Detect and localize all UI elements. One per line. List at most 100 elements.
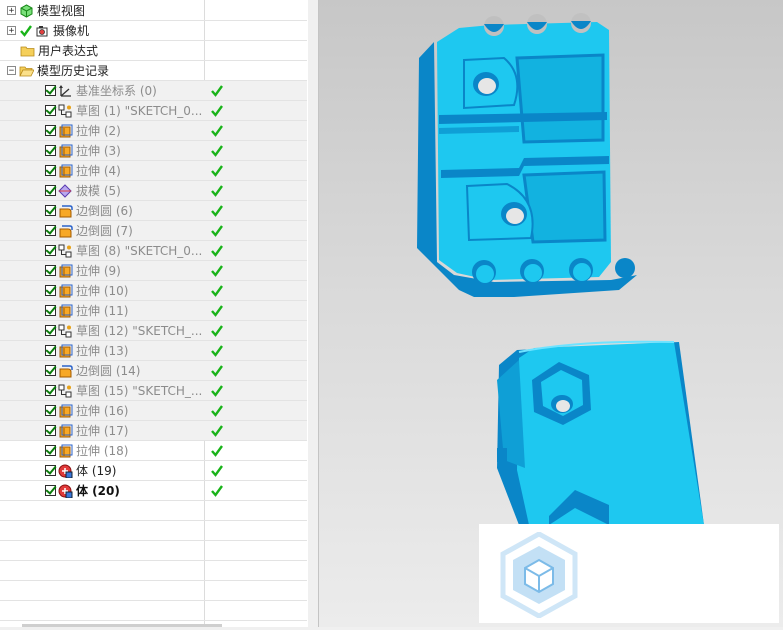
feature-label: 体 (20) (76, 484, 120, 498)
tree-row-feature[interactable]: 拉伸 (4) (0, 161, 307, 181)
up-to-date-checkmark-icon (211, 225, 223, 237)
visibility-checkbox[interactable] (45, 425, 56, 436)
visibility-checkbox[interactable] (45, 125, 56, 136)
tree-row-feature[interactable]: 草图 (15) "SKETCH_... (0, 381, 307, 401)
visibility-checkbox[interactable] (45, 345, 56, 356)
upper-part[interactable] (417, 13, 637, 297)
extrude-icon (59, 404, 73, 417)
tree-row-feature[interactable]: 拉伸 (9) (0, 261, 307, 281)
collapse-icon[interactable]: − (7, 66, 16, 76)
expand-icon[interactable]: + (7, 6, 16, 16)
empty-row (0, 521, 307, 541)
visibility-checkbox[interactable] (45, 305, 56, 316)
up-to-date-checkmark-icon (211, 485, 223, 497)
extrude-icon (59, 124, 73, 137)
extrude-icon (59, 444, 73, 457)
up-to-date-checkmark-icon (211, 105, 223, 117)
visibility-checkbox[interactable] (45, 285, 56, 296)
tree-row-feature[interactable]: 拉伸 (3) (0, 141, 307, 161)
extrude-icon (59, 144, 73, 157)
feature-label: 草图 (12) "SKETCH_... (76, 324, 203, 338)
visibility-checkbox[interactable] (45, 185, 56, 196)
tree-row-feature[interactable]: 基准坐标系 (0) (0, 81, 307, 101)
lower-part[interactable] (497, 340, 704, 525)
visibility-checkbox[interactable] (45, 405, 56, 416)
feature-label: 拉伸 (3) (76, 144, 121, 158)
up-to-date-checkmark-icon (211, 125, 223, 137)
tree-row-feature[interactable]: 拉伸 (11) (0, 301, 307, 321)
visibility-checkbox[interactable] (45, 385, 56, 396)
tree-row-feature[interactable]: 拉伸 (10) (0, 281, 307, 301)
feature-label: 体 (19) (76, 464, 117, 478)
part-navigator: + 模型视图 + 摄像机 用户表达式 − 模型历史记录 基准坐标系 (0) 草图… (0, 0, 309, 627)
feature-label: 拉伸 (2) (76, 124, 121, 138)
edge-blend-icon (59, 224, 73, 237)
pane-splitter[interactable] (308, 0, 319, 627)
feature-label: 草图 (1) "SKETCH_0... (76, 104, 203, 118)
feature-label: 基准坐标系 (0) (76, 84, 157, 98)
extrude-icon (59, 304, 73, 317)
up-to-date-checkmark-icon (211, 185, 223, 197)
tree-row-user-expressions[interactable]: 用户表达式 (0, 41, 307, 61)
feature-label: 拉伸 (10) (76, 284, 129, 298)
up-to-date-checkmark-icon (211, 445, 223, 457)
feature-label: 拉伸 (9) (76, 264, 121, 278)
visibility-checkbox[interactable] (45, 245, 56, 256)
tree-row-model-history[interactable]: − 模型历史记录 (0, 61, 307, 81)
up-to-date-checkmark-icon (211, 425, 223, 437)
expand-icon[interactable]: + (7, 26, 16, 36)
tree-row-feature[interactable]: 体 (20) (0, 481, 307, 501)
visibility-checkbox[interactable] (45, 445, 56, 456)
tree-row-feature[interactable]: 边倒圆 (7) (0, 221, 307, 241)
empty-row (0, 601, 307, 621)
tree-row-feature[interactable]: 草图 (12) "SKETCH_... (0, 321, 307, 341)
tree-row-feature[interactable]: 边倒圆 (6) (0, 201, 307, 221)
visibility-checkbox[interactable] (45, 165, 56, 176)
checkmark-icon (20, 24, 32, 37)
tree-label: 模型历史记录 (37, 64, 110, 78)
watermark-logo-icon (500, 532, 578, 618)
tree-row-cameras[interactable]: + 摄像机 (0, 21, 307, 41)
open-folder-icon (19, 66, 34, 76)
model-views-icon (20, 3, 33, 18)
visibility-checkbox[interactable] (45, 365, 56, 376)
visibility-checkbox[interactable] (45, 485, 56, 496)
visibility-checkbox[interactable] (45, 105, 56, 116)
feature-label: 边倒圆 (6) (76, 204, 133, 218)
visibility-checkbox[interactable] (45, 85, 56, 96)
up-to-date-checkmark-icon (211, 385, 223, 397)
up-to-date-checkmark-icon (211, 145, 223, 157)
tree-row-feature[interactable]: 拉伸 (17) (0, 421, 307, 441)
feature-label: 边倒圆 (7) (76, 224, 133, 238)
tree-row-feature[interactable]: 草图 (1) "SKETCH_0... (0, 101, 307, 121)
visibility-checkbox[interactable] (45, 145, 56, 156)
visibility-checkbox[interactable] (45, 205, 56, 216)
visibility-checkbox[interactable] (45, 325, 56, 336)
visibility-checkbox[interactable] (45, 265, 56, 276)
sketch-icon (58, 324, 72, 337)
visibility-checkbox[interactable] (45, 465, 56, 476)
tree-row-feature[interactable]: 拉伸 (13) (0, 341, 307, 361)
feature-label: 草图 (8) "SKETCH_0... (76, 244, 203, 258)
tree-row-feature[interactable]: 草图 (8) "SKETCH_0... (0, 241, 307, 261)
sketch-icon (58, 244, 72, 257)
tree-row-feature[interactable]: 拉伸 (18) (0, 441, 307, 461)
tree-row-feature[interactable]: 拔模 (5) (0, 181, 307, 201)
extrude-icon (59, 424, 73, 437)
visibility-checkbox[interactable] (45, 225, 56, 236)
empty-row (0, 581, 307, 601)
up-to-date-checkmark-icon (211, 345, 223, 357)
tree-row-feature[interactable]: 拉伸 (16) (0, 401, 307, 421)
up-to-date-checkmark-icon (211, 285, 223, 297)
tree-row-model-views[interactable]: + 模型视图 (0, 1, 307, 21)
tree-row-feature[interactable]: 边倒圆 (14) (0, 361, 307, 381)
up-to-date-checkmark-icon (211, 165, 223, 177)
tree-row-feature[interactable]: 拉伸 (2) (0, 121, 307, 141)
camera-icon (36, 25, 48, 36)
draft-icon (58, 183, 72, 198)
tree-row-feature[interactable]: 体 (19) (0, 461, 307, 481)
feature-label: 拉伸 (4) (76, 164, 121, 178)
folder-icon (20, 46, 35, 56)
feature-label: 拉伸 (13) (76, 344, 129, 358)
tree-label: 模型视图 (37, 4, 86, 18)
